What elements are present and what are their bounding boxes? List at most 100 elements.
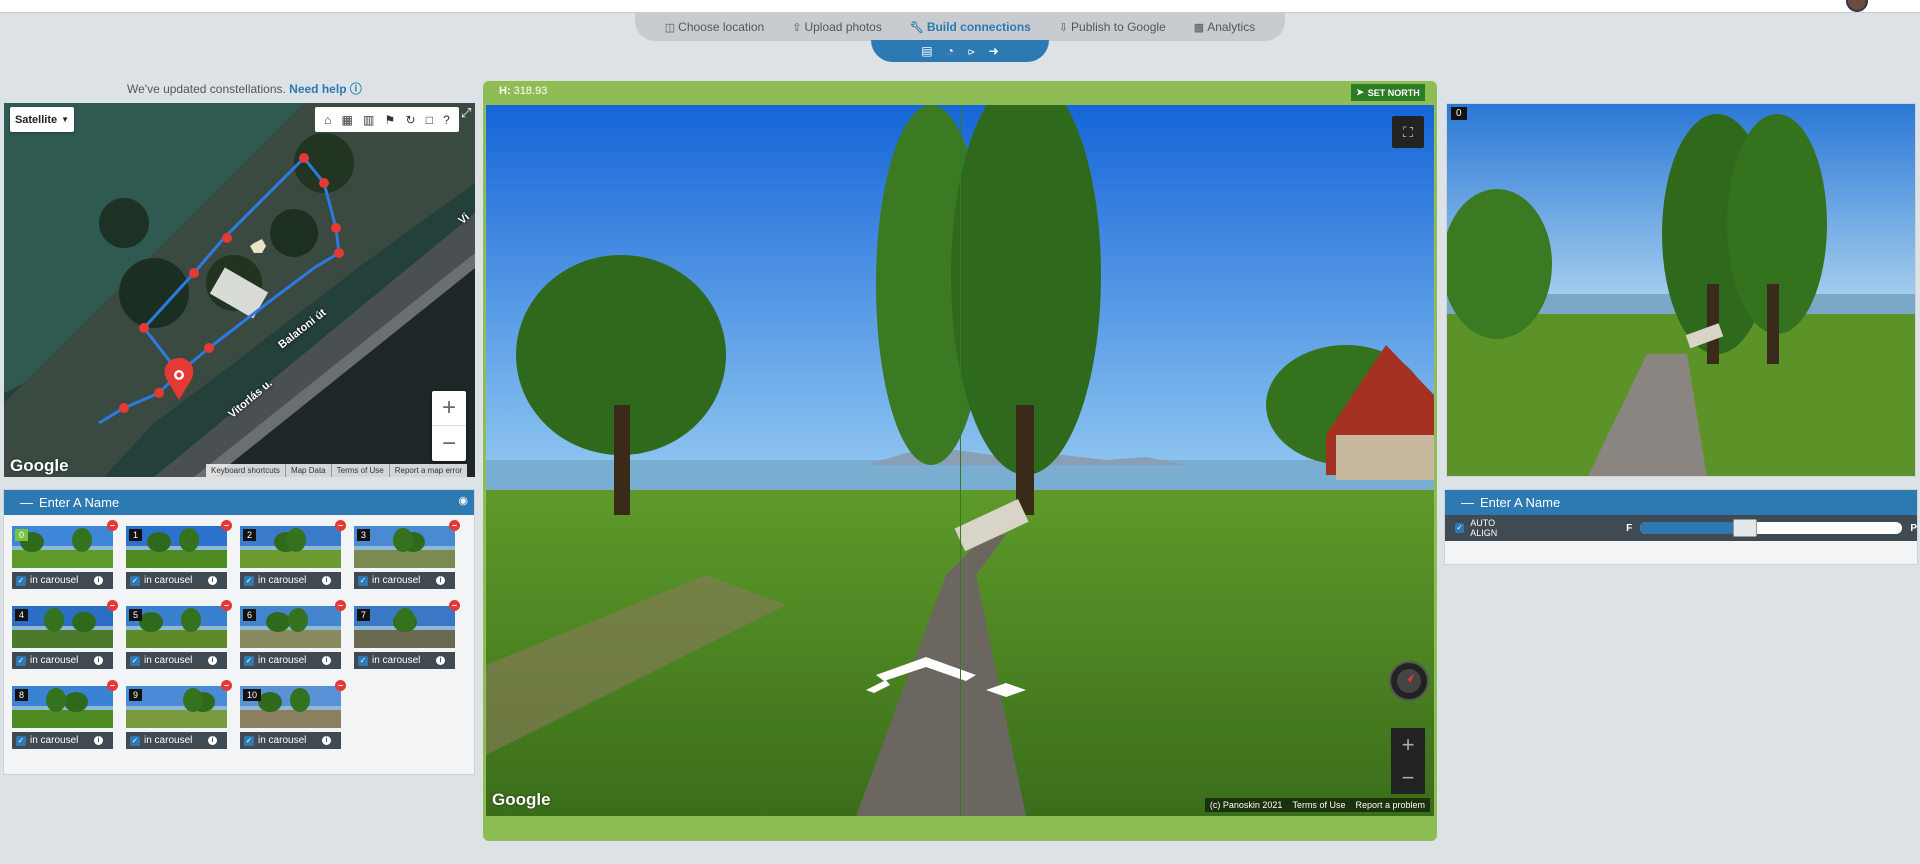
exit-icon[interactable]: ➜ [989,44,999,58]
in-carousel-toggle[interactable]: ✓ in carousel i [126,652,227,669]
thumbnail-image[interactable]: 10 [240,686,341,728]
info-icon[interactable]: i [436,656,445,665]
collapse-icon[interactable]: — [20,495,33,510]
thumbnail-image[interactable]: 3 [354,526,455,568]
select-area-icon[interactable]: □ [426,113,433,127]
info-icon[interactable]: i [208,736,217,745]
in-carousel-checkbox[interactable]: ✓ [244,655,254,666]
tab-build-connections[interactable]: 🔧︎ Build connections [910,20,1031,34]
in-carousel-checkbox[interactable]: ✓ [16,735,26,746]
in-carousel-checkbox[interactable]: ✓ [358,575,368,586]
in-carousel-toggle[interactable]: ✓ in carousel i [126,732,227,749]
keyboard-shortcuts-link[interactable]: Keyboard shortcuts [206,464,286,477]
panorama-thumbnail[interactable]: –2 ✓ in carousel i [240,520,346,591]
panorama-thumbnail[interactable]: –9 ✓ in carousel i [126,680,232,751]
thumbnail-image[interactable]: 5 [126,606,227,648]
auto-align-checkbox[interactable]: ✓ [1455,523,1465,533]
remove-icon[interactable]: – [221,680,232,691]
tab-analytics[interactable]: ▩ Analytics [1194,20,1255,34]
panorama-viewer[interactable]: ⛶ + − Google (c) Panoskin 2021 Terms of … [486,105,1434,816]
tab-choose-location[interactable]: ◫ Choose location [665,20,764,34]
set-north-button[interactable]: ➤ SET NORTH [1351,84,1425,101]
expand-icon[interactable]: ⤢ [461,105,471,121]
in-carousel-checkbox[interactable]: ✓ [16,575,26,586]
in-carousel-toggle[interactable]: ✓ in carousel i [240,652,341,669]
panel-title[interactable]: Enter A Name [39,495,119,510]
slider-handle[interactable] [1732,519,1757,537]
panorama-thumbnail[interactable]: –3 ✓ in carousel i [354,520,460,591]
panorama-thumbnail[interactable]: –6 ✓ in carousel i [240,600,346,671]
home-icon[interactable]: ⌂ [324,113,331,127]
in-carousel-toggle[interactable]: ✓ in carousel i [12,572,113,589]
compass-button[interactable] [1389,661,1429,701]
thumbnail-image[interactable]: 7 [354,606,455,648]
thumbnail-image[interactable]: 0 [12,526,113,568]
panorama-thumbnail[interactable]: –5 ✓ in carousel i [126,600,232,671]
remove-icon[interactable]: – [107,680,118,691]
in-carousel-checkbox[interactable]: ✓ [130,655,140,666]
info-icon[interactable]: i [436,576,445,585]
in-carousel-checkbox[interactable]: ✓ [130,575,140,586]
thumbnail-image[interactable]: 8 [12,686,113,728]
report-map-error-link[interactable]: Report a map error [390,464,468,477]
thumbnail-image[interactable]: 4 [12,606,113,648]
align-slider[interactable] [1640,519,1903,537]
in-carousel-checkbox[interactable]: ✓ [244,735,254,746]
viewer-zoom-in-button[interactable]: + [1391,728,1425,761]
remove-icon[interactable]: – [221,520,232,531]
remove-icon[interactable]: – [221,600,232,611]
in-carousel-toggle[interactable]: ✓ in carousel i [12,732,113,749]
remove-icon[interactable]: – [107,520,118,531]
unlock-icon[interactable]: ▥ [363,113,374,127]
in-carousel-toggle[interactable]: ✓ in carousel i [354,652,455,669]
in-carousel-toggle[interactable]: ✓ in carousel i [126,572,227,589]
map-zoom-out-button[interactable]: − [432,426,466,461]
eye-icon[interactable]: ◉ [458,494,468,507]
panorama-thumbnail[interactable]: –0 ✓ in carousel i [12,520,118,591]
terms-link[interactable]: Terms of Use [332,464,390,477]
map-data-link[interactable]: Map Data [286,464,332,477]
in-carousel-toggle[interactable]: ✓ in carousel i [240,572,341,589]
history-icon[interactable]: ◔ [947,44,954,58]
need-help-link[interactable]: Need help ⓘ [289,82,362,96]
info-icon[interactable]: i [322,656,331,665]
in-carousel-checkbox[interactable]: ✓ [16,655,26,666]
info-icon[interactable]: i [322,736,331,745]
info-icon[interactable]: i [208,656,217,665]
refresh-icon[interactable]: ↻ [405,113,415,127]
remove-icon[interactable]: – [107,600,118,611]
remove-icon[interactable]: – [335,600,346,611]
remove-icon[interactable]: – [335,680,346,691]
viewer-zoom-out-button[interactable]: − [1391,761,1425,794]
report-problem-link[interactable]: Report a problem [1350,798,1430,812]
info-icon[interactable]: i [94,656,103,665]
help-icon[interactable]: ? [443,113,450,127]
map-zoom-in-button[interactable]: + [432,391,466,426]
save-icon[interactable]: ▤ [921,44,932,58]
tags-icon[interactable]: ⚑ [385,113,396,127]
satellite-map[interactable]: Balatoni út Vitorlás u. Vi Satellite ▼ ⌂… [4,103,475,477]
info-icon[interactable]: i [208,576,217,585]
thumbnail-image[interactable]: 2 [240,526,341,568]
in-carousel-toggle[interactable]: ✓ in carousel i [354,572,455,589]
thumbnail-image[interactable]: 6 [240,606,341,648]
remove-icon[interactable]: – [335,520,346,531]
thumbnail-image[interactable]: 9 [126,686,227,728]
in-carousel-toggle[interactable]: ✓ in carousel i [240,732,341,749]
in-carousel-checkbox[interactable]: ✓ [244,575,254,586]
terms-link[interactable]: Terms of Use [1287,798,1350,812]
panel-title[interactable]: Enter A Name [1480,495,1560,510]
collapse-icon[interactable]: — [1461,495,1474,510]
tab-publish-to-google[interactable]: ⇩ Publish to Google [1059,20,1166,34]
remove-icon[interactable]: – [449,520,460,531]
fullscreen-button[interactable]: ⛶ [1392,116,1424,148]
info-icon[interactable]: i [94,736,103,745]
map-type-dropdown[interactable]: Satellite ▼ [10,107,74,132]
in-carousel-checkbox[interactable]: ✓ [358,655,368,666]
remove-icon[interactable]: – [449,600,460,611]
share-icon[interactable]: ⪧ [968,44,975,59]
lock-icon[interactable]: ▦ [342,113,353,127]
tab-upload-photos[interactable]: ⇧ Upload photos [792,20,882,34]
thumbnail-image[interactable]: 1 [126,526,227,568]
panorama-thumbnail[interactable]: –1 ✓ in carousel i [126,520,232,591]
